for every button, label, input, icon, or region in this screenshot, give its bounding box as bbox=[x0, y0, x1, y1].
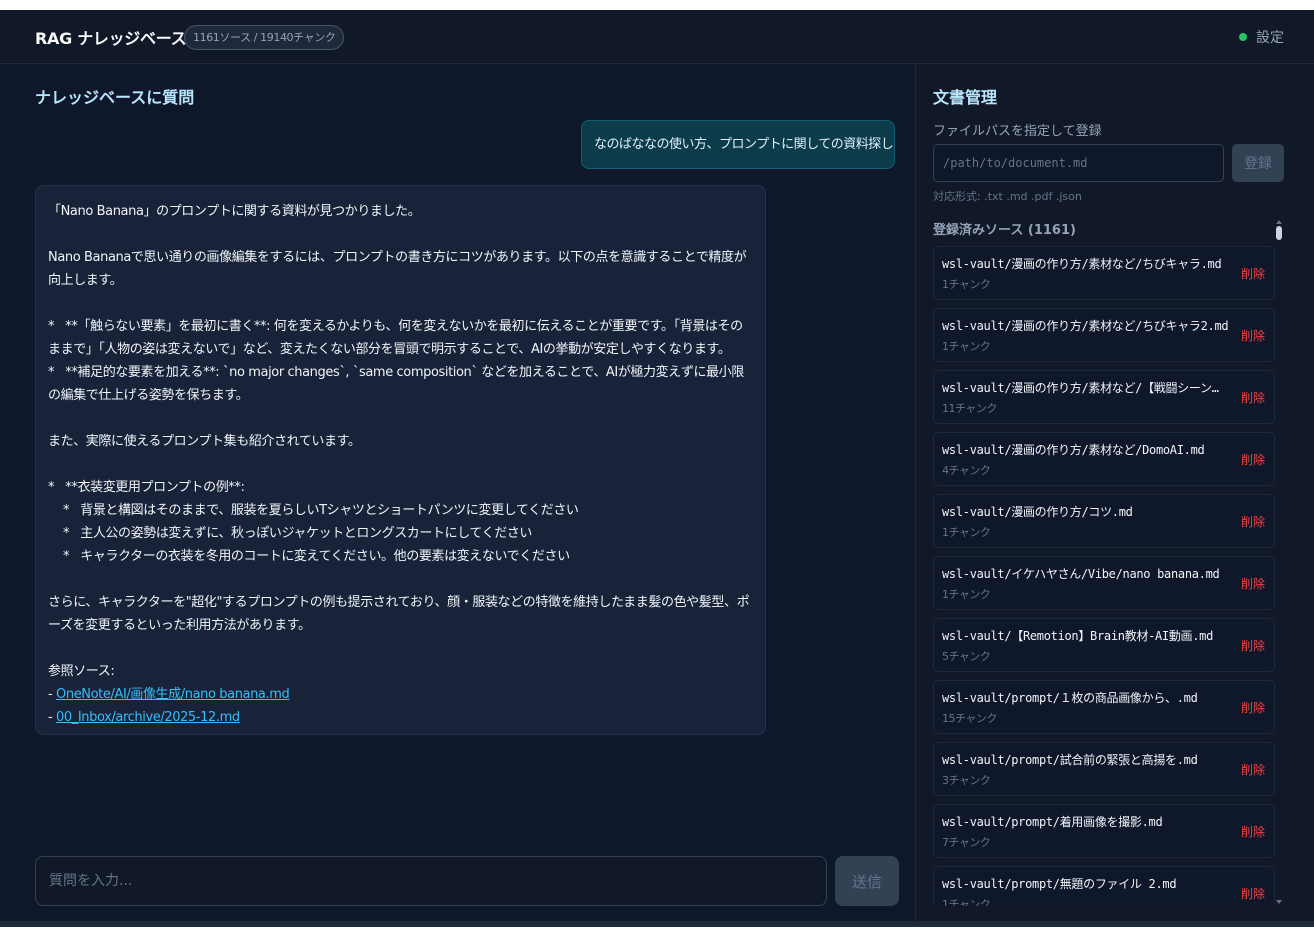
source-name: wsl-vault/prompt/試合前の緊張と高揚を.md bbox=[942, 753, 1198, 767]
delete-button[interactable]: 削除 bbox=[1241, 761, 1265, 778]
source-item: wsl-vault/prompt/１枚の商品画像から、.md 15チャンク 削除 bbox=[933, 680, 1275, 734]
source-chunk-count: 3チャンク bbox=[942, 774, 991, 787]
sources-heading: 登録済みソース (1161) bbox=[933, 223, 1076, 238]
source-item: wsl-vault/【Remotion】Brain教材-AI動画.md 5チャン… bbox=[933, 618, 1275, 672]
taskbar-edge bbox=[0, 921, 1314, 927]
source-chunk-count: 11チャンク bbox=[942, 402, 997, 415]
register-button[interactable]: 登録 bbox=[1232, 144, 1284, 182]
source-name: wsl-vault/漫画の作り方/コツ.md bbox=[942, 505, 1133, 519]
source-name: wsl-vault/漫画の作り方/素材など/ちびキャラ2.md bbox=[942, 319, 1229, 333]
send-button[interactable]: 送信 bbox=[835, 856, 899, 906]
settings-link[interactable]: 設定 bbox=[1256, 27, 1284, 47]
source-name: wsl-vault/漫画の作り方/素材など/ちびキャラ.md bbox=[942, 257, 1222, 271]
assistant-message-text: 「Nano Banana」のプロンプトに関する資料が見つかりました。 Nano … bbox=[48, 204, 750, 679]
delete-button[interactable]: 削除 bbox=[1241, 451, 1265, 468]
source-name: wsl-vault/prompt/着用画像を撮影.md bbox=[942, 815, 1163, 829]
source-chunk-count: 5チャンク bbox=[942, 650, 991, 663]
delete-button[interactable]: 削除 bbox=[1241, 327, 1265, 344]
chat-heading: ナレッジベースに質問 bbox=[35, 88, 195, 107]
chat-panel: ナレッジベースに質問 なのばななの使い方、プロンプトに関しての資料探して 「Na… bbox=[0, 65, 915, 921]
app-title: RAG ナレッジベース bbox=[35, 29, 187, 48]
source-list-scrollbar[interactable] bbox=[1276, 220, 1282, 906]
window-top-edge bbox=[0, 0, 1314, 10]
source-chunk-count: 4チャンク bbox=[942, 464, 991, 477]
stats-badge: 1161ソース / 19140チャンク bbox=[184, 25, 345, 50]
source-item: wsl-vault/prompt/試合前の緊張と高揚を.md 3チャンク 削除 bbox=[933, 742, 1275, 796]
source-item: wsl-vault/漫画の作り方/素材など/ちびキャラ2.md 1チャンク 削除 bbox=[933, 308, 1275, 362]
delete-button[interactable]: 削除 bbox=[1241, 637, 1265, 654]
document-panel: 文書管理 ファイルパスを指定して登録 登録 対応形式: .txt .md .pd… bbox=[915, 65, 1314, 921]
path-label: ファイルパスを指定して登録 bbox=[933, 124, 1102, 139]
delete-button[interactable]: 削除 bbox=[1241, 699, 1265, 716]
source-chunk-count: 1チャンク bbox=[942, 898, 991, 906]
source-name: wsl-vault/イケハヤさん/Vibe/nano banana.md bbox=[942, 567, 1220, 581]
question-input[interactable] bbox=[35, 856, 827, 906]
source-chunk-count: 1チャンク bbox=[942, 340, 991, 353]
assistant-message: 「Nano Banana」のプロンプトに関する資料が見つかりました。 Nano … bbox=[35, 185, 766, 735]
source-item: wsl-vault/prompt/着用画像を撮影.md 7チャンク 削除 bbox=[933, 804, 1275, 858]
source-name: wsl-vault/prompt/１枚の商品画像から、.md bbox=[942, 691, 1198, 705]
source-item: wsl-vault/prompt/無題のファイル 2.md 1チャンク 削除 bbox=[933, 866, 1275, 906]
source-item: wsl-vault/漫画の作り方/素材など/【戦闘シーン】.md 11チャンク … bbox=[933, 370, 1275, 424]
status-dot-icon bbox=[1239, 33, 1247, 41]
source-name: wsl-vault/漫画の作り方/素材など/【戦闘シーン】.md bbox=[942, 381, 1230, 395]
doc-heading: 文書管理 bbox=[933, 88, 998, 107]
delete-button[interactable]: 削除 bbox=[1241, 823, 1265, 840]
delete-button[interactable]: 削除 bbox=[1241, 575, 1265, 592]
app-header: RAG ナレッジベース 1161ソース / 19140チャンク 設定 bbox=[0, 10, 1314, 64]
delete-button[interactable]: 削除 bbox=[1241, 885, 1265, 902]
source-name: wsl-vault/漫画の作り方/素材など/DomoAI.md bbox=[942, 443, 1205, 457]
delete-button[interactable]: 削除 bbox=[1241, 513, 1265, 530]
user-message: なのばななの使い方、プロンプトに関しての資料探して bbox=[581, 120, 895, 169]
source-item: wsl-vault/漫画の作り方/素材など/DomoAI.md 4チャンク 削除 bbox=[933, 432, 1275, 486]
source-link-prefix: - bbox=[48, 687, 57, 702]
scroll-thumb[interactable] bbox=[1276, 226, 1282, 240]
scroll-up-arrow-icon[interactable] bbox=[1276, 220, 1282, 224]
source-chunk-count: 1チャンク bbox=[942, 278, 991, 291]
source-link-prefix: - bbox=[48, 710, 57, 725]
formats-note: 対応形式: .txt .md .pdf .json bbox=[933, 190, 1082, 203]
source-item: wsl-vault/漫画の作り方/コツ.md 1チャンク 削除 bbox=[933, 494, 1275, 548]
source-item: wsl-vault/イケハヤさん/Vibe/nano banana.md 1チャ… bbox=[933, 556, 1275, 610]
source-name: wsl-vault/prompt/無題のファイル 2.md bbox=[942, 877, 1177, 891]
source-chunk-count: 1チャンク bbox=[942, 526, 991, 539]
delete-button[interactable]: 削除 bbox=[1241, 389, 1265, 406]
delete-button[interactable]: 削除 bbox=[1241, 265, 1265, 282]
source-chunk-count: 15チャンク bbox=[942, 712, 997, 725]
source-link-2[interactable]: 00_Inbox/archive/2025-12.md bbox=[56, 710, 240, 725]
source-link-row: - 00_Inbox/archive/2025-12.md bbox=[48, 706, 753, 729]
path-input[interactable] bbox=[933, 144, 1224, 182]
scroll-down-arrow-icon[interactable] bbox=[1276, 900, 1282, 904]
source-name: wsl-vault/【Remotion】Brain教材-AI動画.md bbox=[942, 629, 1214, 643]
source-link-row: - OneNote/AI/画像生成/nano banana.md bbox=[48, 683, 753, 706]
source-link-1[interactable]: OneNote/AI/画像生成/nano banana.md bbox=[56, 687, 290, 702]
source-list[interactable]: wsl-vault/漫画の作り方/素材など/ちびキャラ.md 1チャンク 削除 … bbox=[933, 246, 1275, 906]
source-chunk-count: 1チャンク bbox=[942, 588, 991, 601]
source-chunk-count: 7チャンク bbox=[942, 836, 991, 849]
source-item: wsl-vault/漫画の作り方/素材など/ちびキャラ.md 1チャンク 削除 bbox=[933, 246, 1275, 300]
